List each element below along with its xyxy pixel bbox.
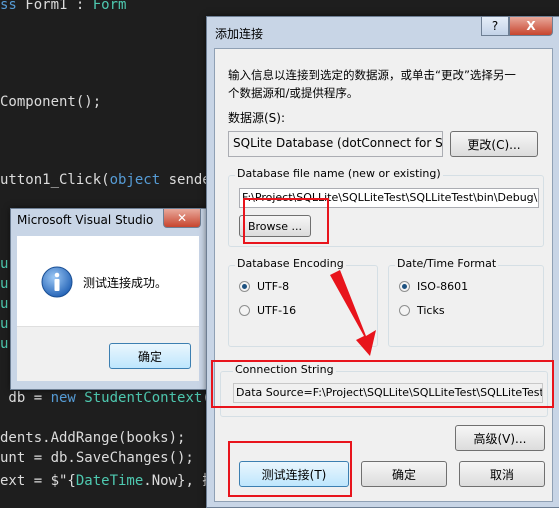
radio-utf16[interactable]: UTF-16 xyxy=(239,304,296,317)
radio-dot xyxy=(239,281,250,292)
code-fragment: u xyxy=(0,256,9,272)
code-fragment: u xyxy=(0,316,9,332)
dialog-title: 添加连接 xyxy=(215,27,264,41)
code-line: utton1_Click(object sender xyxy=(0,172,220,188)
code-fragment: u xyxy=(0,296,9,312)
help-button[interactable]: ? xyxy=(481,17,509,36)
dialog-close-button[interactable]: X xyxy=(509,17,553,36)
radio-dot xyxy=(399,281,410,292)
cancel-button[interactable]: 取消 xyxy=(459,461,545,487)
intro-line-1: 输入信息以连接到选定的数据源，或单击“更改”选择另一 xyxy=(228,68,516,82)
dbfile-group-label: Database file name (new or existing) xyxy=(235,167,443,180)
code-fragment: u xyxy=(0,336,9,352)
advanced-button[interactable]: 高级(V)... xyxy=(455,425,545,451)
message-box-window: Microsoft Visual Studio ✕ 测试连接成功。 确定 xyxy=(10,208,208,390)
info-icon xyxy=(41,266,73,298)
message-text: 测试连接成功。 xyxy=(83,276,168,290)
encoding-group-label: Database Encoding xyxy=(235,257,346,270)
datetime-group-label: Date/Time Format xyxy=(395,257,499,270)
code-line: ss Form1 : Form xyxy=(0,0,127,13)
add-connection-dialog: 添加连接 ? X 输入信息以连接到选定的数据源，或单击“更改”选择另一 个数据源… xyxy=(206,16,559,508)
change-button[interactable]: 更改(C)... xyxy=(450,131,538,157)
radio-dot xyxy=(399,305,410,316)
radio-iso8601[interactable]: ISO-8601 xyxy=(399,280,468,293)
message-box-title: Microsoft Visual Studio xyxy=(17,213,154,227)
intro-line-2: 个数据源和/或提供程序。 xyxy=(228,86,359,100)
annotation-arrow xyxy=(330,270,376,356)
radio-utf8[interactable]: UTF-8 xyxy=(239,280,289,293)
message-box-close-button[interactable]: ✕ xyxy=(163,209,201,228)
dialog-client: 输入信息以连接到选定的数据源，或单击“更改”选择另一 个数据源和/或提供程序。 … xyxy=(214,48,553,502)
ok-button[interactable]: 确定 xyxy=(109,343,191,369)
code-line: dents.AddRange(books); xyxy=(0,430,186,446)
code-line: ext = $"{DateTime.Now}, 插 xyxy=(0,473,217,489)
datetime-group: Date/Time Format ISO-8601 Ticks xyxy=(388,257,544,347)
radio-dot xyxy=(239,305,250,316)
code-line: unt = db.SaveChanges(); xyxy=(0,450,194,466)
annotation-box-test xyxy=(228,441,352,497)
datasource-label: 数据源(S): xyxy=(228,111,286,125)
datasource-field: SQLite Database (dotConnect for SQ xyxy=(228,131,443,157)
annotation-box-connstr xyxy=(211,360,554,408)
code-line: Component(); xyxy=(0,94,102,110)
code-fragment: u xyxy=(0,276,9,292)
radio-ticks[interactable]: Ticks xyxy=(399,304,445,317)
code-line: db = new StudentContext() xyxy=(0,390,219,406)
dialog-ok-button[interactable]: 确定 xyxy=(361,461,447,487)
annotation-box-browse xyxy=(243,198,329,244)
